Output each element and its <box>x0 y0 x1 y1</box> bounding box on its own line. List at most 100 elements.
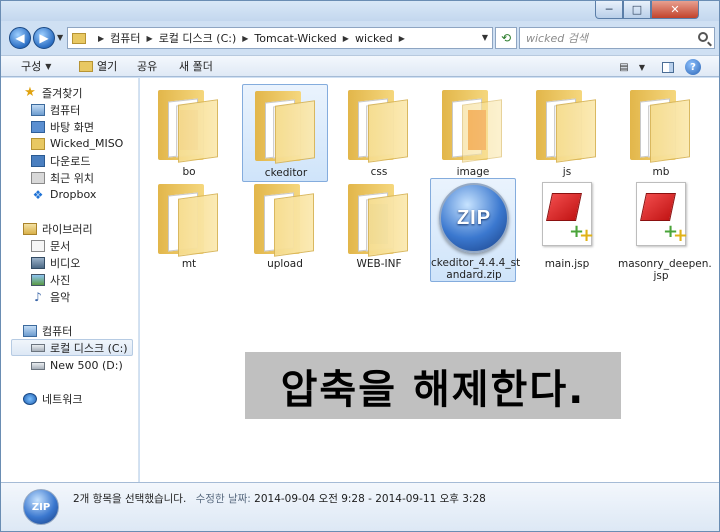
close-button[interactable]: ✕ <box>651 1 699 19</box>
jsp-file-icon: + + <box>542 182 594 246</box>
search-input[interactable]: wicked 검색 <box>519 27 715 49</box>
nav-libraries[interactable]: 라이브러리 <box>23 220 93 237</box>
nav-fav-wicked-miso[interactable]: Wicked_MISO <box>31 135 123 152</box>
nav-fav-downloads[interactable]: 다운로드 <box>31 152 90 169</box>
file-list: bo ckeditor css image js mb mt upload WE… <box>140 78 719 482</box>
minimize-button[interactable]: ─ <box>595 1 623 19</box>
nav-computer-label: 컴퓨터 <box>42 324 73 338</box>
maximize-button[interactable]: □ <box>623 1 651 19</box>
folder-icon <box>348 90 410 163</box>
zip-archive-icon: ZIP <box>23 489 59 525</box>
breadcrumb-wicked[interactable]: wicked <box>355 32 393 45</box>
file-name: js <box>562 166 572 178</box>
file-item[interactable]: upload <box>242 178 328 276</box>
breadcrumb-computer[interactable]: 컴퓨터 <box>110 30 140 46</box>
breadcrumb-local-disk[interactable]: 로컬 디스크 (C:) <box>159 30 237 46</box>
share-button[interactable]: 공유 <box>137 58 157 74</box>
file-item[interactable]: mb <box>618 84 704 182</box>
nav-fav-dropbox[interactable]: ❖ Dropbox <box>31 186 97 203</box>
zip-archive-icon: ZIP <box>439 183 509 253</box>
folder-icon <box>348 184 410 257</box>
organize-button[interactable]: 구성 ▼ <box>21 58 51 74</box>
refresh-button[interactable]: ⟲ <box>495 27 517 49</box>
back-button[interactable]: ◀ <box>9 27 31 49</box>
open-button[interactable]: 열기 <box>79 58 117 74</box>
nav-item-label: 음악 <box>50 290 71 304</box>
modified-value: 2014-09-04 오전 9:28 - 2014-09-11 오후 3:28 <box>254 493 486 505</box>
address-row: ◀ ▶ ▼ ▶ 컴퓨터 ▶ 로컬 디스크 (C:) ▶ Tomcat-Wicke… <box>1 25 719 53</box>
address-dropdown[interactable]: ▼ <box>482 33 488 42</box>
file-item[interactable]: + + main.jsp <box>524 178 610 276</box>
details-summary: 2개 항목을 선택했습니다. 수정한 날짜: 2014-09-04 오전 9:2… <box>73 491 486 506</box>
nav-item-label: 바탕 화면 <box>50 120 94 134</box>
desktop-icon <box>31 120 45 133</box>
file-name-line2: andard.zip <box>446 269 502 281</box>
downloads-icon <box>31 154 45 167</box>
star-icon: ★ <box>24 84 36 100</box>
nav-favorites[interactable]: ★ 즐겨찾기 <box>23 84 82 101</box>
chevron-right-icon[interactable]: ▶ <box>343 34 349 43</box>
file-item[interactable]: WEB-INF <box>336 178 422 276</box>
file-item[interactable]: mt <box>146 178 232 276</box>
file-name-line1: masonry_deepen. <box>618 258 712 270</box>
nav-fav-computer[interactable]: 컴퓨터 <box>31 101 80 118</box>
details-pane: ZIP 2개 항목을 선택했습니다. 수정한 날짜: 2014-09-04 오전… <box>1 482 719 531</box>
file-item[interactable]: js <box>524 84 610 182</box>
file-item-selected[interactable]: ckeditor <box>242 84 328 182</box>
computer-icon <box>31 103 45 116</box>
file-name: mt <box>181 258 197 270</box>
file-item-selected[interactable]: ZIP ckeditor_4.4.4_st andard.zip <box>430 178 520 282</box>
file-item[interactable]: css <box>336 84 422 182</box>
nav-fav-recent[interactable]: 최근 위치 <box>31 169 94 186</box>
address-bar[interactable]: ▶ 컴퓨터 ▶ 로컬 디스크 (C:) ▶ Tomcat-Wicked ▶ wi… <box>67 27 493 49</box>
help-button[interactable]: ? <box>685 59 701 75</box>
file-name: upload <box>267 258 303 270</box>
view-options-dropdown[interactable]: ▼ <box>633 59 651 75</box>
file-name: bo <box>182 166 196 178</box>
nav-lib-documents[interactable]: 문서 <box>31 237 70 254</box>
nav-network[interactable]: 네트워크 <box>23 390 82 407</box>
folder-icon <box>255 91 317 164</box>
folder-icon <box>158 90 220 163</box>
new-folder-button[interactable]: 새 폴더 <box>179 58 213 74</box>
nav-item-label: New 500 (D:) <box>50 359 123 372</box>
video-icon <box>31 256 45 269</box>
folder-icon <box>31 137 45 150</box>
dropbox-icon: ❖ <box>32 187 44 202</box>
nav-lib-music[interactable]: ♪ 음악 <box>31 288 70 305</box>
chevron-right-icon[interactable]: ▶ <box>98 34 104 43</box>
nav-lib-pictures[interactable]: 사진 <box>31 271 70 288</box>
zip-badge: ZIP <box>31 501 51 513</box>
folder-icon <box>72 32 86 44</box>
nav-fav-desktop[interactable]: 바탕 화면 <box>31 118 94 135</box>
caption-text: 압축을 해제한다. <box>280 366 586 413</box>
preview-pane-button[interactable] <box>659 59 677 75</box>
navigation-pane: ★ 즐겨찾기 컴퓨터 바탕 화면 Wicked_MISO 다운로드 최근 위치 … <box>1 78 139 482</box>
file-item[interactable]: image <box>430 84 516 182</box>
chevron-right-icon[interactable]: ▶ <box>242 34 248 43</box>
nav-local-disk-c[interactable]: 로컬 디스크 (C:) <box>11 339 133 356</box>
jsp-file-icon: + + <box>636 182 688 246</box>
folder-icon <box>158 184 220 257</box>
change-view-button[interactable]: ▤ <box>615 59 633 75</box>
computer-icon <box>23 324 37 337</box>
recent-pages-dropdown[interactable]: ▼ <box>57 33 63 42</box>
title-bar: ─ □ ✕ <box>1 1 719 21</box>
chevron-right-icon[interactable]: ▶ <box>399 34 405 43</box>
nav-item-label: 로컬 디스크 (C:) <box>50 341 128 355</box>
file-name: image <box>456 166 490 178</box>
breadcrumb: ▶ 컴퓨터 ▶ 로컬 디스크 (C:) ▶ Tomcat-Wicked ▶ wi… <box>92 30 411 46</box>
breadcrumb-tomcat-wicked[interactable]: Tomcat-Wicked <box>254 32 336 45</box>
nav-computer[interactable]: 컴퓨터 <box>23 322 72 339</box>
forward-button[interactable]: ▶ <box>33 27 55 49</box>
chevron-right-icon[interactable]: ▶ <box>147 34 153 43</box>
nav-lib-videos[interactable]: 비디오 <box>31 254 80 271</box>
file-item[interactable]: bo <box>146 84 232 182</box>
nav-drive-d[interactable]: New 500 (D:) <box>31 357 123 374</box>
pictures-icon <box>31 273 45 286</box>
file-item[interactable]: + + masonry_deepen. jsp <box>618 178 712 282</box>
nav-libraries-label: 라이브러리 <box>42 222 93 236</box>
documents-icon <box>31 239 45 252</box>
file-name: css <box>370 166 388 178</box>
nav-item-label: 비디오 <box>50 256 81 270</box>
